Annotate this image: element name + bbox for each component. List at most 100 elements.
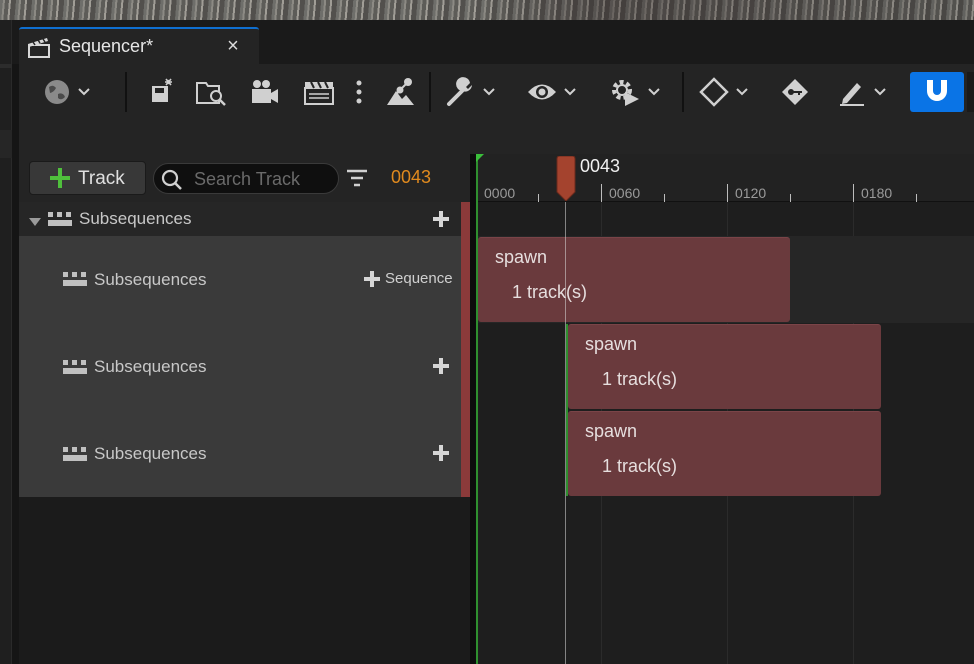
playhead-handle[interactable] [556, 155, 576, 202]
background-viewport-strip [0, 0, 974, 20]
track-color-strip [461, 202, 470, 236]
edit-mode-button[interactable] [834, 74, 890, 110]
tab-sequencer[interactable]: Sequencer* × [19, 27, 259, 64]
track-label: Subsequences [94, 357, 207, 376]
tools-menu-button[interactable] [444, 74, 498, 110]
key-interpolation-button[interactable] [697, 74, 751, 110]
sequencer-toolbar [19, 64, 974, 120]
tab-title: Sequencer* [59, 36, 154, 56]
pen-icon [837, 77, 867, 107]
track-row[interactable]: Subsequences [19, 410, 462, 497]
current-frame-readout[interactable]: 0043 [391, 167, 431, 188]
search-box[interactable] [153, 163, 339, 194]
add-icon[interactable] [433, 445, 449, 461]
save-icon [148, 78, 176, 106]
snap-magnet-icon [924, 77, 950, 108]
subsequence-section[interactable]: spawn 1 track(s) [568, 411, 881, 496]
view-options-button[interactable] [525, 74, 579, 110]
subsequence-icon [63, 272, 87, 291]
world-button[interactable] [37, 74, 97, 110]
track-row[interactable]: Subsequences Sequence [19, 236, 462, 323]
tick-label: 0060 [609, 185, 641, 201]
timeline-area[interactable]: 0000 0060 0120 0180 spawn 1 track(s) spa… [476, 154, 974, 664]
section-start-marker [566, 324, 568, 496]
track-label: Subsequences [94, 270, 207, 289]
minor-tick [916, 194, 917, 202]
section-track-count: 1 track(s) [602, 369, 678, 389]
track-color-strip [461, 236, 470, 323]
tab-strip: Sequencer* × [12, 20, 974, 64]
browse-button[interactable] [194, 74, 228, 110]
subsequence-icon [48, 212, 72, 231]
subsequence-icon [63, 360, 87, 379]
section-track-count: 1 track(s) [602, 456, 678, 476]
chevron-down-icon [563, 87, 577, 97]
playback-start-line[interactable] [476, 154, 478, 664]
more-icon [356, 79, 362, 105]
snap-toggle-button[interactable] [910, 72, 964, 112]
playhead-line [565, 202, 566, 664]
track-row-root[interactable]: Subsequences [19, 202, 462, 236]
major-tick [727, 184, 728, 202]
outliner-header: Track 0043 [19, 154, 470, 202]
expand-arrow-icon[interactable] [28, 214, 42, 232]
track-color-strip [461, 323, 470, 410]
toolbar-divider [125, 72, 127, 112]
chevron-down-icon [735, 87, 749, 97]
subsequence-section[interactable]: spawn 1 track(s) [568, 324, 881, 409]
chevron-down-icon [647, 87, 661, 97]
playback-start-flag [476, 154, 484, 162]
playback-options-button[interactable] [607, 74, 663, 110]
plus-icon [50, 168, 70, 188]
camera-icon [249, 77, 281, 107]
section-name: spawn [585, 421, 638, 441]
playhead-frame-label: 0043 [580, 156, 621, 176]
eye-icon [527, 81, 557, 103]
track-outliner: Track 0043 Subsequences Subsequences Seq… [19, 154, 470, 664]
snap-options-button[interactable] [967, 72, 974, 112]
track-label: Subsequences [79, 209, 192, 228]
minor-tick [538, 194, 539, 202]
chevron-down-icon [77, 87, 91, 97]
world-icon [43, 78, 71, 106]
track-color-strip [461, 410, 470, 497]
tick-label: 0000 [484, 185, 516, 201]
add-sequence-button[interactable]: Sequence [385, 270, 453, 287]
track-row[interactable]: Subsequences [19, 323, 462, 410]
tick-label: 0180 [861, 185, 893, 201]
major-tick [601, 184, 602, 202]
more-options-button[interactable] [352, 74, 366, 110]
wrench-icon [446, 77, 476, 107]
key-diamond-icon [699, 77, 729, 107]
playback-gear-icon [609, 77, 641, 107]
left-dock-edge [0, 20, 12, 664]
add-icon[interactable] [433, 358, 449, 374]
add-icon[interactable] [433, 211, 449, 227]
toolbar-divider [682, 72, 684, 112]
toolbar-spacer [19, 120, 974, 154]
add-track-button[interactable]: Track [29, 161, 146, 195]
clapper-button[interactable] [303, 74, 335, 110]
save-button[interactable] [147, 74, 177, 110]
section-name: spawn [585, 334, 638, 354]
hierarchy-button[interactable] [383, 74, 417, 110]
subsequence-section[interactable]: spawn 1 track(s) [478, 237, 790, 322]
clapper-icon [303, 78, 335, 106]
search-input[interactable] [194, 168, 334, 190]
search-icon [160, 168, 184, 197]
browse-icon [195, 77, 227, 107]
tick-label: 0120 [735, 185, 767, 201]
add-icon[interactable] [364, 271, 380, 287]
section-track-count: 1 track(s) [512, 282, 588, 302]
time-ruler[interactable]: 0000 0060 0120 0180 [476, 154, 974, 202]
minor-tick [790, 194, 791, 202]
camera-button[interactable] [249, 74, 281, 110]
section-name: spawn [495, 247, 548, 267]
add-key-button[interactable] [779, 74, 811, 110]
chevron-down-icon [482, 87, 496, 97]
filter-icon[interactable] [345, 166, 369, 190]
chevron-down-icon [873, 87, 887, 97]
clapperboard-icon [27, 37, 51, 59]
close-icon[interactable]: × [223, 35, 243, 58]
track-label: Subsequences [94, 444, 207, 463]
